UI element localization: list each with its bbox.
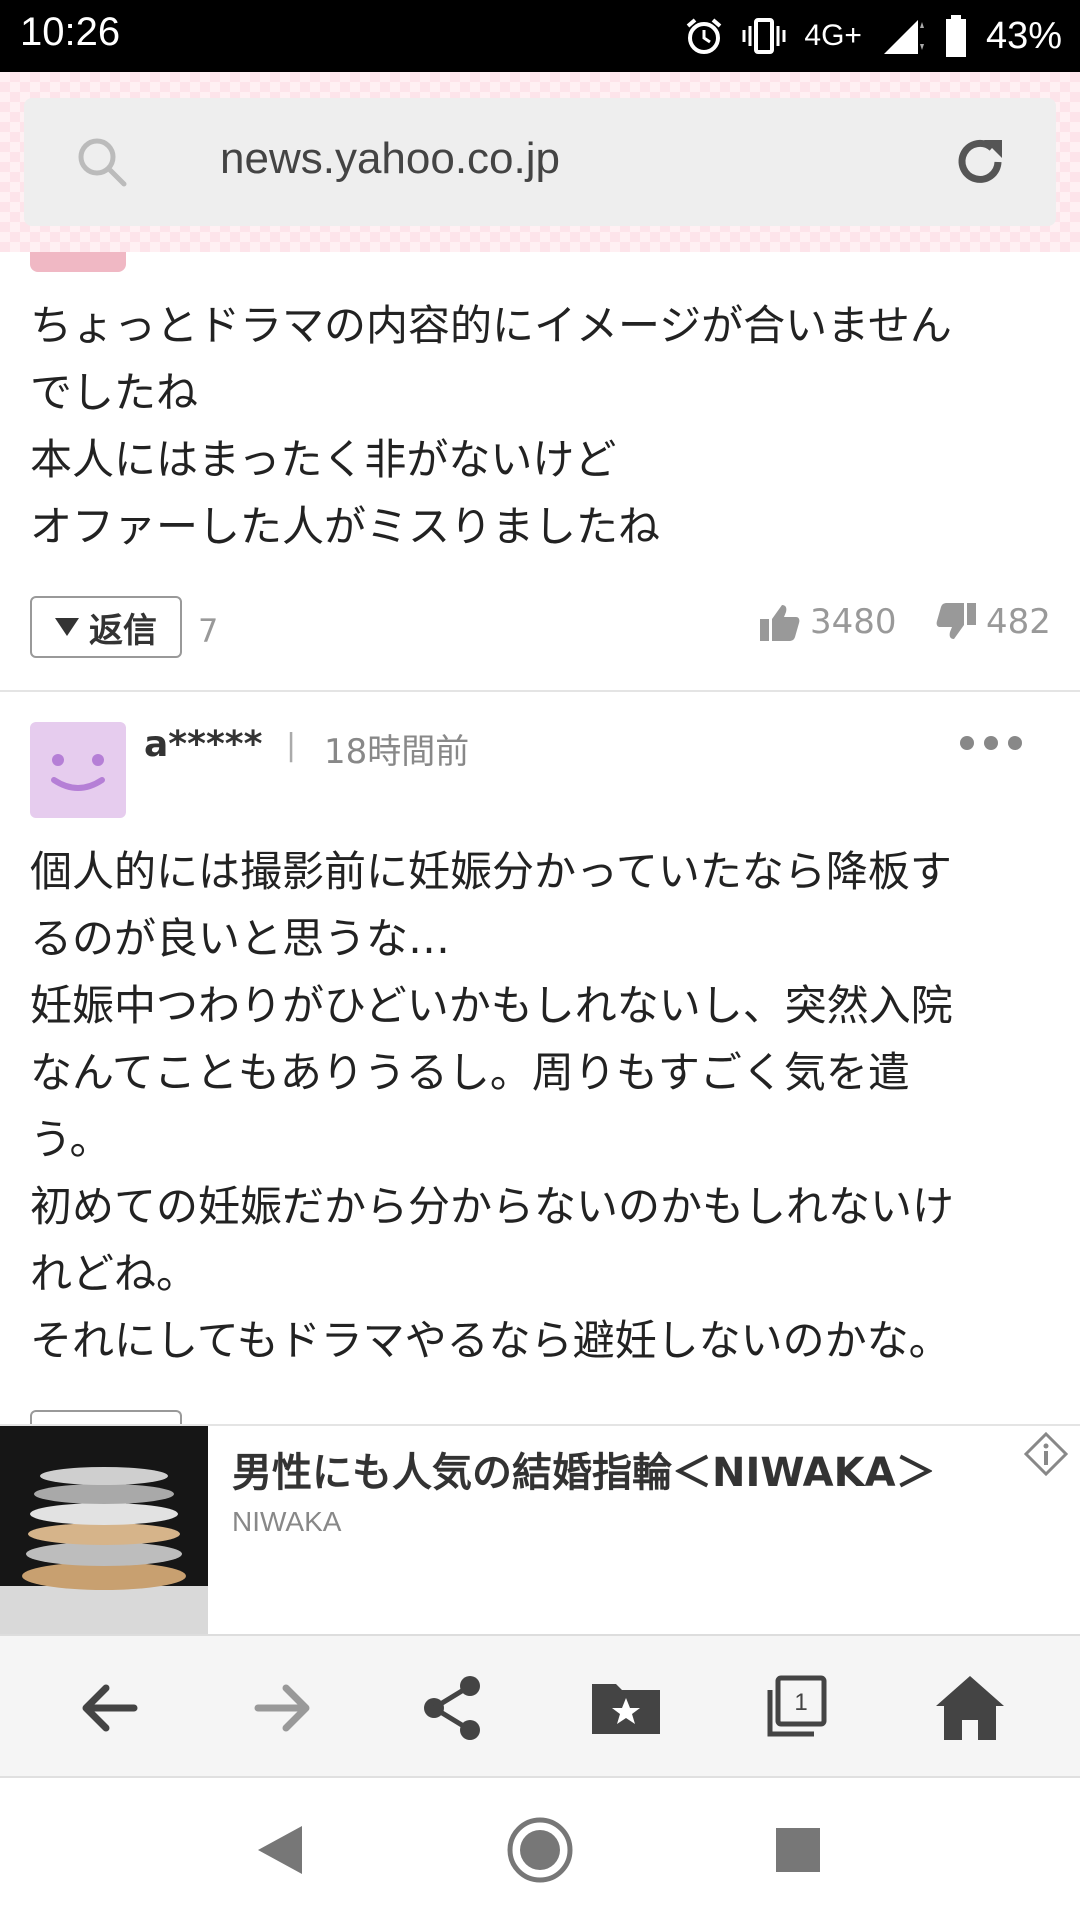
username[interactable]: a***** (144, 724, 262, 765)
like-count: 3480 (810, 602, 897, 642)
back-icon[interactable] (74, 1672, 146, 1744)
rings-image (0, 1426, 208, 1634)
like-button[interactable]: 3480 (760, 602, 897, 642)
system-nav-bar (0, 1776, 1080, 1922)
share-icon[interactable] (418, 1672, 490, 1744)
ad-image[interactable] (0, 1426, 208, 1634)
comment-header-tab (30, 252, 126, 272)
signal-icon (883, 20, 924, 54)
reply-button[interactable]: 返信 (30, 596, 182, 658)
browser-toolbar: 1 (0, 1634, 1080, 1778)
nav-back-icon[interactable] (244, 1814, 316, 1886)
comment-text: ちょっとドラマの内容的にイメージが合いません でしたね 本人にはまったく非がない… (30, 301, 952, 551)
ad-title[interactable]: 男性にも人気の結婚指輪＜NIWAKA＞ (232, 1440, 936, 1498)
network-type: 4G+ (804, 19, 862, 52)
comment-text: 個人的には撮影前に妊娠分かっていたなら降板す るのが良いと思うな… 妊娠中つわり… (30, 847, 955, 1365)
comment-time: 18時間前 (324, 732, 470, 772)
vibrate-icon (742, 18, 786, 54)
reply-count: 7 (198, 612, 219, 650)
more-options-icon[interactable] (960, 736, 1022, 750)
battery-level: 43% (985, 14, 1062, 57)
address-bar[interactable]: news.yahoo.co.jp (24, 98, 1056, 226)
status-time: 10:26 (20, 10, 121, 54)
ad-banner[interactable]: 男性にも人気の結婚指輪＜NIWAKA＞ NIWAKA (0, 1424, 1080, 1634)
bookmark-folder-icon[interactable] (590, 1672, 662, 1744)
status-bar: 10:26 4G+ 43% (0, 0, 1080, 72)
nav-home-icon[interactable] (504, 1814, 576, 1886)
dislike-button[interactable]: 482 (936, 602, 1051, 642)
status-icons: 4G+ 43% (684, 10, 1062, 62)
smiley-icon (51, 754, 105, 791)
tabs-icon[interactable]: 1 (762, 1672, 834, 1744)
dislike-count: 482 (986, 602, 1051, 642)
reply-label: 返信 (89, 610, 157, 651)
tab-count: 1 (794, 1689, 807, 1716)
home-icon[interactable] (934, 1672, 1006, 1744)
separator: | (286, 728, 297, 763)
browser-header: news.yahoo.co.jp (0, 72, 1080, 252)
thumbs-down-icon (936, 603, 976, 639)
avatar[interactable] (30, 722, 126, 818)
chevron-down-icon (55, 618, 79, 636)
forward-icon[interactable] (246, 1672, 318, 1744)
search-icon (78, 138, 127, 187)
ad-sponsor: NIWAKA (232, 1506, 342, 1537)
nav-recents-icon[interactable] (762, 1814, 834, 1886)
comment-actions: 返信 7 3480 482 (0, 596, 1080, 676)
divider (0, 690, 1080, 692)
reload-icon[interactable] (948, 130, 1012, 194)
thumbs-up-icon (760, 605, 800, 641)
battery-icon (945, 15, 966, 57)
ad-info-icon[interactable] (1024, 1432, 1068, 1476)
url-text[interactable]: news.yahoo.co.jp (220, 134, 560, 184)
alarm-icon (687, 18, 722, 54)
